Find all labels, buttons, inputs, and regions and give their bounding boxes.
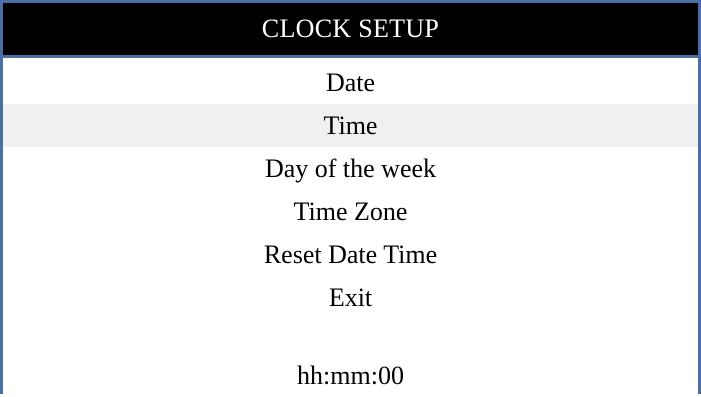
time-format-readout: hh:mm:00 <box>297 361 404 390</box>
menu-item-exit[interactable]: Exit <box>3 276 698 319</box>
menu-item-day-of-week[interactable]: Day of the week <box>3 147 698 190</box>
clock-setup-panel: CLOCK SETUP Date Time Day of the week Ti… <box>0 0 701 394</box>
clock-setup-menu: Date Time Day of the week Time Zone Rese… <box>3 61 698 319</box>
menu-item-date[interactable]: Date <box>3 61 698 104</box>
menu-item-time-zone[interactable]: Time Zone <box>3 190 698 233</box>
menu-item-reset-date-time[interactable]: Reset Date Time <box>3 233 698 276</box>
title-bar: CLOCK SETUP <box>3 3 698 58</box>
menu-item-time[interactable]: Time <box>3 104 698 147</box>
page-title: CLOCK SETUP <box>261 14 440 43</box>
